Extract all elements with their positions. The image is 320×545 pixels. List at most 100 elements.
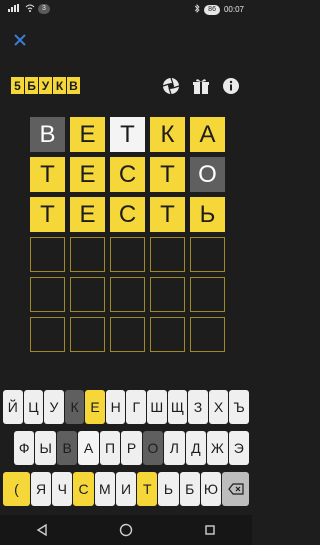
board-tile (150, 237, 185, 272)
key[interactable]: Е (85, 390, 105, 424)
recents-square-icon (205, 525, 215, 535)
backspace-key[interactable] (222, 472, 250, 506)
board-tile (150, 317, 185, 352)
backspace-icon (227, 483, 244, 495)
gift-button[interactable] (192, 77, 210, 95)
board-tile (30, 317, 65, 352)
board-tile (110, 237, 145, 272)
stats-button[interactable] (162, 77, 180, 95)
status-bar: 3 86 00:07 (0, 0, 252, 20)
board-tile (30, 277, 65, 312)
back-button[interactable] (32, 520, 52, 540)
info-button[interactable] (222, 77, 240, 95)
key[interactable]: Э (228, 431, 249, 465)
home-button[interactable] (116, 520, 136, 540)
key[interactable]: М (94, 472, 115, 506)
board-tile (190, 317, 225, 352)
key[interactable]: Д (185, 431, 207, 465)
board-tile (150, 277, 185, 312)
key[interactable]: В (56, 431, 78, 465)
key[interactable]: Л (164, 431, 185, 465)
key[interactable]: Н (105, 390, 126, 424)
board-tile (70, 237, 105, 272)
keyboard-row-2: ФЫВАПРОЛДЖЭ (3, 431, 249, 465)
info-icon (223, 78, 239, 94)
logo-letter: К (53, 77, 66, 94)
key[interactable]: У (44, 390, 64, 424)
navigation-bar (0, 515, 252, 545)
key[interactable]: Ы (35, 431, 56, 465)
board-tile: Т (30, 157, 65, 192)
close-icon (14, 34, 26, 46)
key[interactable]: Р (121, 431, 142, 465)
key[interactable]: Г (126, 390, 147, 424)
key[interactable]: П (99, 431, 121, 465)
key[interactable]: Й (3, 390, 23, 424)
key[interactable]: З (188, 390, 208, 424)
keyboard: ЙЦУКЕНГШЩЗХЪ ФЫВАПРОЛДЖЭ ( ЯЧСМИТЬБЮ (3, 390, 250, 513)
key[interactable]: С (73, 472, 94, 506)
board-tile (190, 277, 225, 312)
key[interactable]: Ф (14, 431, 35, 465)
keyboard-row-3: ( ЯЧСМИТЬБЮ (3, 472, 250, 506)
board-row: ВЕТКА (30, 117, 225, 152)
board-tile: Т (150, 157, 185, 192)
key[interactable]: Ш (147, 390, 167, 424)
key[interactable]: Ч (52, 472, 73, 506)
key[interactable]: Б (179, 472, 200, 506)
board-tile (70, 277, 105, 312)
board-tile (110, 277, 145, 312)
key[interactable]: А (78, 431, 99, 465)
board-tile (110, 317, 145, 352)
logo-letter: Б (25, 77, 38, 94)
board-tile: В (30, 117, 65, 152)
logo-letter: В (67, 77, 80, 94)
app-logo: 5 Б У К В (11, 77, 80, 94)
recents-button[interactable] (200, 520, 220, 540)
board-tile: С (110, 157, 145, 192)
key[interactable]: Ж (207, 431, 228, 465)
key[interactable]: Ь (158, 472, 179, 506)
key[interactable]: Я (30, 472, 52, 506)
board-tile: К (150, 117, 185, 152)
enter-key[interactable]: ( (3, 472, 30, 506)
aperture-icon (162, 77, 180, 95)
back-triangle-icon (36, 524, 47, 536)
board-tile: Т (30, 197, 65, 232)
key[interactable]: Ц (23, 390, 44, 424)
close-button[interactable] (10, 30, 30, 50)
board-row (30, 237, 225, 272)
top-actions (162, 77, 240, 95)
bluetooth-icon (194, 4, 200, 15)
key[interactable]: К (64, 390, 85, 424)
clock: 00:07 (223, 5, 244, 14)
board-tile: О (190, 157, 225, 192)
board-tile (190, 237, 225, 272)
logo-letter: У (39, 77, 52, 94)
key[interactable]: Т (137, 472, 158, 506)
key[interactable]: О (142, 431, 164, 465)
home-circle-icon (119, 523, 133, 537)
wifi-icon (25, 4, 35, 14)
board-tile: Ь (190, 197, 225, 232)
key[interactable]: Щ (167, 390, 188, 424)
battery-level: 86 (204, 4, 220, 15)
board-row: ТЕСТЬ (30, 197, 225, 232)
board-tile (70, 317, 105, 352)
board-tile: Т (110, 117, 145, 152)
key[interactable]: Ъ (229, 390, 249, 424)
gift-icon (193, 79, 209, 94)
key[interactable]: Х (208, 390, 229, 424)
key[interactable]: И (115, 472, 137, 506)
notification-count-badge: 3 (38, 4, 50, 14)
board-tile: Е (70, 117, 105, 152)
board-tile: Т (150, 197, 185, 232)
board-tile: С (110, 197, 145, 232)
board-tile: Е (70, 197, 105, 232)
signal-icon (8, 4, 22, 14)
board-tile: А (190, 117, 225, 152)
status-left: 3 (8, 4, 50, 14)
key[interactable]: Ю (200, 472, 222, 506)
board-row: ТЕСТО (30, 157, 225, 192)
board-row (30, 277, 225, 312)
